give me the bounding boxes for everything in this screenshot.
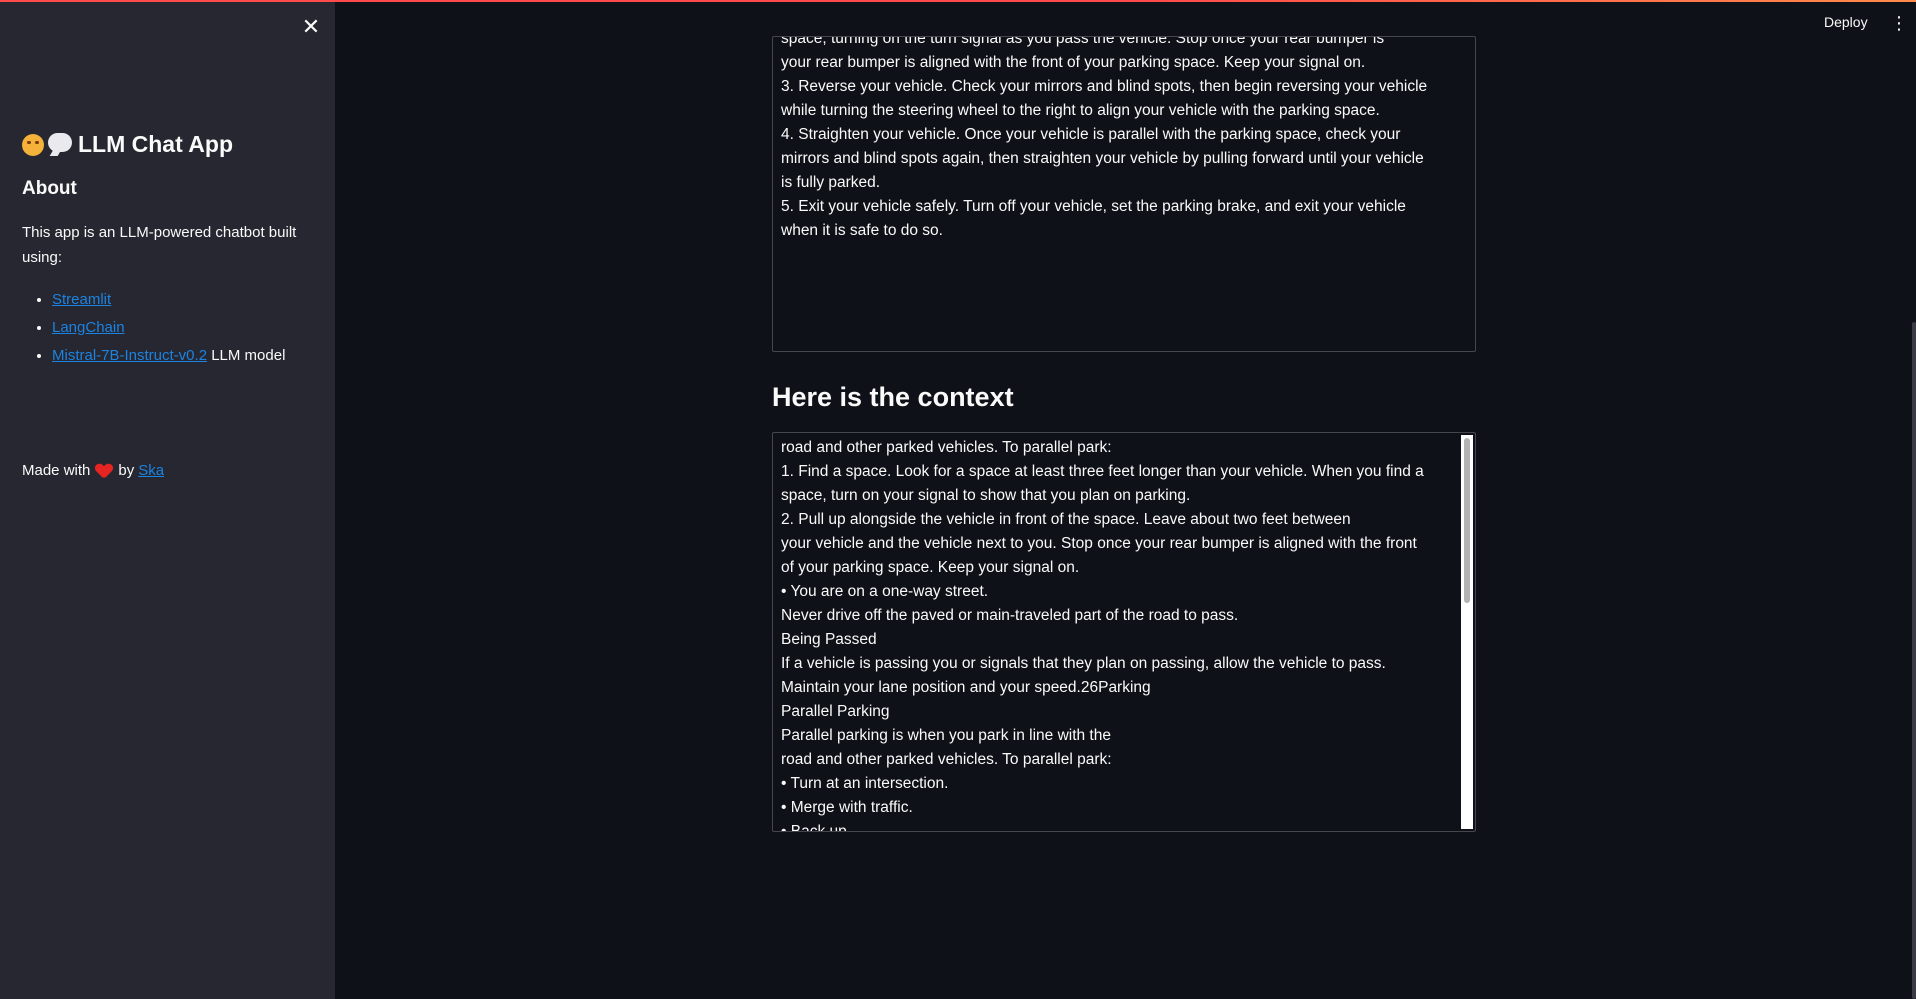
answer-text: space, turning on the turn signal as you… <box>781 36 1428 239</box>
credit-middle: by <box>118 462 135 479</box>
page-scrollbar[interactable] <box>1912 322 1916 999</box>
list-item: Mistral-7B-Instruct-v0.2 LLM model <box>52 342 285 370</box>
author-link[interactable]: Ska <box>138 462 164 479</box>
context-text: road and other parked vehicles. To paral… <box>781 439 1424 832</box>
answer-text-area[interactable]: space, turning on the turn signal as you… <box>772 36 1476 352</box>
credit-line: Made with by Ska <box>22 462 164 479</box>
speech-bubble-emoji-icon <box>48 133 72 153</box>
close-icon: ✕ <box>301 14 321 39</box>
main-menu-button[interactable]: ⋮ <box>1890 12 1908 34</box>
credit-prefix: Made with <box>22 462 91 479</box>
app-title: LLM Chat App <box>22 131 233 158</box>
list-item: LangChain <box>52 314 285 342</box>
context-heading: Here is the context <box>772 382 1014 412</box>
context-scrollbar[interactable] <box>1461 435 1473 829</box>
mistral-suffix: LLM model <box>207 347 286 364</box>
app-title-text: LLM Chat App <box>78 131 234 158</box>
tech-list: Streamlit LangChain Mistral-7B-Instruct-… <box>22 286 285 370</box>
kebab-menu-icon: ⋮ <box>1890 13 1908 33</box>
about-heading: About <box>22 178 77 199</box>
close-sidebar-button[interactable]: ✕ <box>298 14 324 40</box>
about-text: This app is an LLM-powered chatbot built… <box>22 224 297 266</box>
streamlit-link[interactable]: Streamlit <box>52 291 111 308</box>
deploy-button[interactable]: Deploy <box>1818 10 1874 34</box>
context-scrollbar-thumb[interactable] <box>1464 438 1470 603</box>
list-item: Streamlit <box>52 286 285 314</box>
hugging-face-emoji-icon <box>22 133 44 156</box>
sidebar: ✕ LLM Chat App About This app is an LLM-… <box>0 2 335 999</box>
mistral-link[interactable]: Mistral-7B-Instruct-v0.2 <box>52 347 207 364</box>
langchain-link[interactable]: LangChain <box>52 319 125 336</box>
context-text-area[interactable]: road and other parked vehicles. To paral… <box>772 432 1476 832</box>
heart-icon <box>96 463 112 479</box>
